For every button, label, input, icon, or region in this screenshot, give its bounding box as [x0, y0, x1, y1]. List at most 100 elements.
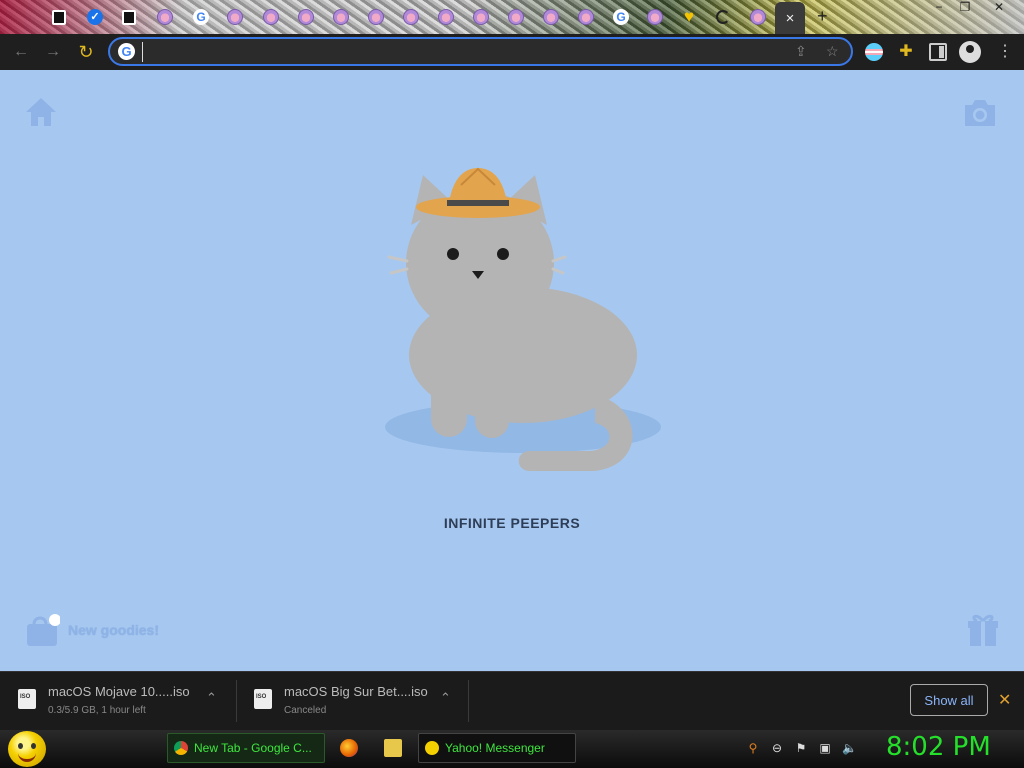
download-status: 0.3/5.9 GB, 1 hour left	[48, 705, 146, 716]
tab[interactable]	[573, 4, 599, 30]
tab[interactable]	[710, 4, 736, 30]
share-icon[interactable]: ⇪	[795, 43, 807, 60]
download-status: Canceled	[284, 705, 327, 716]
network-icon[interactable]: ▣	[818, 741, 832, 755]
kebab-menu-icon[interactable]: ⋮	[996, 43, 1014, 61]
cat-favicon-icon	[473, 9, 489, 25]
cat-favicon-icon	[403, 9, 419, 25]
back-button[interactable]: ←	[10, 41, 32, 63]
new-goodies-button[interactable]: New goodies!	[24, 612, 159, 648]
trash-favicon-icon	[52, 9, 66, 25]
download-item[interactable]: macOS Mojave 10.....iso 0.3/5.9 GB, 1 ho…	[0, 672, 236, 730]
volume-icon[interactable]: 🔈	[842, 741, 857, 755]
download-item[interactable]: macOS Big Sur Bet....iso Canceled ⌃	[236, 672, 468, 730]
minimize-button[interactable]: −	[926, 0, 952, 16]
heart-favicon-icon: ♥	[683, 7, 695, 26]
tab[interactable]	[116, 4, 142, 30]
new-tab-page: INFINITE PEEPERS New goodies!	[0, 70, 1024, 671]
new-goodies-label: New goodies!	[68, 622, 160, 638]
search-icon[interactable]: ⚲	[746, 741, 760, 755]
tab[interactable]	[503, 4, 529, 30]
forward-button[interactable]: →	[42, 41, 64, 63]
cat-favicon-icon	[438, 9, 454, 25]
tab[interactable]	[293, 4, 319, 30]
chevron-up-icon[interactable]: ⌃	[206, 690, 217, 706]
tab[interactable]	[46, 4, 72, 30]
extension-flag-icon[interactable]	[865, 43, 883, 61]
tab[interactable]: G	[608, 4, 634, 30]
tab[interactable]	[433, 4, 459, 30]
tab[interactable]	[222, 4, 248, 30]
cat-favicon-icon	[333, 9, 349, 25]
browser-toolbar: ← → ↻ G ⇪ ☆ ✚ ⋮	[0, 34, 1024, 70]
reload-icon: ↻	[78, 42, 94, 62]
cat-favicon-icon	[508, 9, 524, 25]
tab[interactable]	[745, 4, 771, 30]
extensions-puzzle-icon[interactable]: ✚	[897, 43, 915, 61]
checkmark-favicon-icon: ✓	[87, 9, 103, 25]
flag-icon[interactable]: ⚑	[794, 741, 808, 755]
tab[interactable]: G	[188, 4, 214, 30]
divider	[468, 680, 469, 722]
close-icon: ×	[785, 9, 795, 27]
status-icon[interactable]: ⊖	[770, 741, 784, 755]
reload-button[interactable]: ↻	[75, 41, 97, 63]
tab[interactable]	[398, 4, 424, 30]
cat-favicon-icon	[298, 9, 314, 25]
peeper-cat-illustration[interactable]	[375, 165, 675, 485]
cat-favicon-icon	[263, 9, 279, 25]
taskbar-item-chrome[interactable]: New Tab - Google C...	[167, 733, 325, 763]
shopping-bag-icon	[27, 614, 60, 646]
iso-file-icon	[254, 689, 272, 709]
download-filename: macOS Mojave 10.....iso	[48, 684, 190, 699]
google-favicon-icon: G	[193, 9, 209, 25]
restore-button[interactable]: ❐	[952, 0, 978, 16]
tab[interactable]	[152, 4, 178, 30]
close-shelf-button[interactable]: ✕	[998, 690, 1011, 710]
tab[interactable]	[642, 4, 668, 30]
start-button-smiley-icon[interactable]	[8, 731, 46, 767]
cat-favicon-icon	[157, 9, 173, 25]
trash-favicon-icon	[122, 9, 136, 25]
taskbar: New Tab - Google C... Yahoo! Messenger ⚲…	[0, 730, 1024, 768]
tab[interactable]	[328, 4, 354, 30]
arrow-left-icon: ←	[13, 43, 29, 60]
downloads-shelf: macOS Mojave 10.....iso 0.3/5.9 GB, 1 ho…	[0, 671, 1024, 730]
cat-favicon-icon	[647, 9, 663, 25]
window-close-button[interactable]: ✕	[986, 0, 1012, 16]
clock[interactable]: 8:02 PM	[886, 732, 991, 762]
google-icon: G	[118, 43, 135, 60]
side-panel-icon[interactable]	[929, 43, 947, 61]
tab[interactable]	[363, 4, 389, 30]
gift-icon[interactable]	[966, 612, 1000, 648]
page-title: INFINITE PEEPERS	[443, 515, 581, 531]
cat-favicon-icon	[543, 9, 559, 25]
google-favicon-icon: G	[613, 9, 629, 25]
tab[interactable]: ✓	[82, 4, 108, 30]
camera-icon[interactable]	[962, 98, 998, 128]
tab[interactable]	[258, 4, 284, 30]
tab[interactable]: ♥	[676, 4, 702, 30]
tab[interactable]	[538, 4, 564, 30]
address-input[interactable]	[142, 42, 742, 62]
taskbar-item-label: Yahoo! Messenger	[445, 741, 545, 755]
home-icon[interactable]	[24, 96, 58, 128]
folder-icon[interactable]	[384, 739, 402, 757]
bookmark-star-icon[interactable]: ☆	[826, 43, 839, 60]
cat-favicon-icon	[368, 9, 384, 25]
profile-avatar-icon[interactable]	[959, 41, 981, 63]
arrow-right-icon: →	[45, 43, 61, 60]
chrome-icon	[174, 741, 188, 755]
show-all-button[interactable]: Show all	[910, 684, 988, 716]
firefox-icon[interactable]	[340, 739, 358, 757]
cat-favicon-icon	[227, 9, 243, 25]
taskbar-item-label: New Tab - Google C...	[194, 741, 312, 755]
taskbar-item-yahoo-messenger[interactable]: Yahoo! Messenger	[418, 733, 576, 763]
tab[interactable]	[468, 4, 494, 30]
omnibox[interactable]: G ⇪ ☆	[108, 37, 853, 66]
cat-favicon-icon	[750, 9, 766, 25]
download-filename: macOS Big Sur Bet....iso	[284, 684, 428, 699]
chevron-up-icon[interactable]: ⌃	[440, 690, 451, 706]
new-tab-button[interactable]: +	[817, 6, 828, 27]
active-tab-close-button[interactable]: ×	[775, 2, 805, 34]
